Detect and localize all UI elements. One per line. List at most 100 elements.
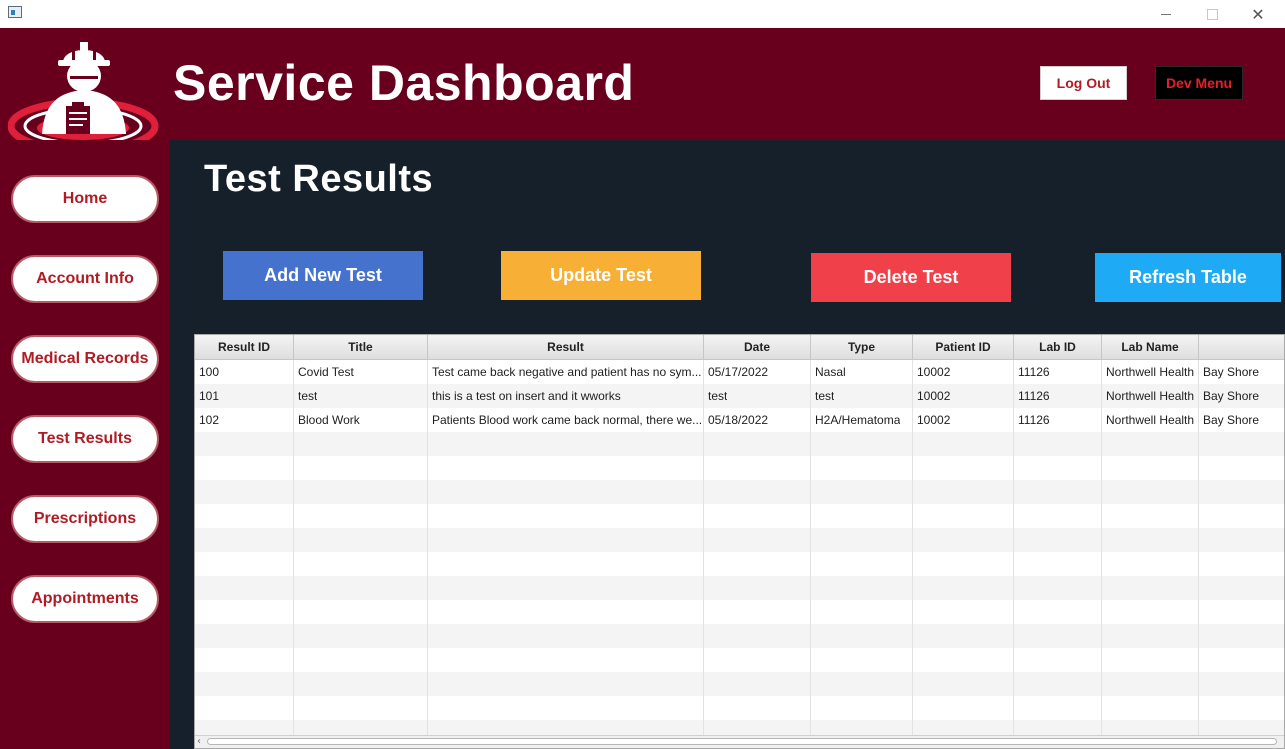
table-cell (811, 624, 913, 648)
table-cell (1014, 672, 1102, 696)
refresh-table-button[interactable]: Refresh Table (1095, 253, 1281, 302)
empty-table-row[interactable] (195, 600, 1284, 624)
table-cell: test (811, 384, 913, 408)
delete-test-button[interactable]: Delete Test (811, 253, 1011, 302)
empty-table-row[interactable] (195, 672, 1284, 696)
table-cell: 10002 (913, 384, 1014, 408)
empty-table-row[interactable] (195, 480, 1284, 504)
table-cell: Northwell Health (1102, 408, 1199, 432)
table-cell: Bay Shore (1199, 384, 1284, 408)
table-cell (1102, 672, 1199, 696)
table-cell (294, 432, 428, 456)
table-cell (913, 624, 1014, 648)
table-cell (1199, 528, 1284, 552)
empty-table-row[interactable] (195, 576, 1284, 600)
cell-text: 11126 (1018, 365, 1050, 379)
app-root: Service Dashboard Log Out Dev Menu Home … (0, 28, 1285, 749)
column-header[interactable]: Patient ID (913, 335, 1014, 359)
horizontal-scrollbar[interactable]: ‹ (195, 735, 1284, 748)
table-cell (1014, 552, 1102, 576)
cell-text: Blood Work (298, 413, 360, 427)
logout-button[interactable]: Log Out (1040, 66, 1127, 100)
table-cell (811, 600, 913, 624)
column-header[interactable]: Date (704, 335, 811, 359)
table-cell (1014, 648, 1102, 672)
table-cell (1102, 480, 1199, 504)
test-results-table[interactable]: Result ID Title Result Date Type Patient ID La… (194, 334, 1285, 749)
table-cell (1102, 528, 1199, 552)
column-header[interactable] (1199, 335, 1284, 359)
sidebar-item-appointments[interactable]: Appointments (11, 575, 159, 623)
scroll-left-icon[interactable]: ‹ (197, 737, 201, 747)
maximize-icon[interactable] (1189, 0, 1235, 28)
add-new-test-button[interactable]: Add New Test (223, 251, 423, 300)
table-cell (294, 672, 428, 696)
column-header[interactable]: Title (294, 335, 428, 359)
cell-text: Covid Test (298, 365, 354, 379)
sidebar-item-test-results[interactable]: Test Results (11, 415, 159, 463)
table-cell (1199, 672, 1284, 696)
sidebar-item-account-info[interactable]: Account Info (11, 255, 159, 303)
column-header[interactable]: Result ID (195, 335, 294, 359)
table-cell (913, 432, 1014, 456)
table-cell (704, 552, 811, 576)
table-cell (428, 528, 704, 552)
table-cell: 05/17/2022 (704, 360, 811, 384)
table-cell (428, 624, 704, 648)
table-cell (195, 624, 294, 648)
cell-text: 11126 (1018, 389, 1050, 403)
column-header[interactable]: Type (811, 335, 913, 359)
table-cell (428, 504, 704, 528)
update-test-button[interactable]: Update Test (501, 251, 701, 300)
cell-text: 05/17/2022 (708, 365, 769, 379)
table-cell (294, 480, 428, 504)
empty-table-row[interactable] (195, 624, 1284, 648)
table-cell (913, 672, 1014, 696)
empty-table-row[interactable] (195, 504, 1284, 528)
empty-table-row[interactable] (195, 456, 1284, 480)
empty-table-row[interactable] (195, 696, 1284, 720)
cell-text: Bay Shore (1203, 365, 1260, 379)
sidebar-item-medical-records[interactable]: Medical Records (11, 335, 159, 383)
table-cell: Bay Shore (1199, 360, 1284, 384)
table-cell (1199, 648, 1284, 672)
minimize-icon[interactable] (1143, 0, 1189, 28)
table-cell (428, 600, 704, 624)
table-cell: 05/18/2022 (704, 408, 811, 432)
table-cell: 102 (195, 408, 294, 432)
empty-table-row[interactable] (195, 432, 1284, 456)
close-icon[interactable]: ✕ (1235, 0, 1281, 28)
dev-menu-button[interactable]: Dev Menu (1155, 66, 1243, 100)
table-cell: Bay Shore (1199, 408, 1284, 432)
table-row[interactable]: 100 Covid Test Test came back negative and… (195, 360, 1284, 384)
table-row[interactable]: 101 test this is a test on insert and it w… (195, 384, 1284, 408)
scrollbar-thumb[interactable] (207, 738, 1277, 745)
table-cell (428, 576, 704, 600)
cell-text: 10002 (917, 389, 951, 403)
sidebar-item-home[interactable]: Home (11, 175, 159, 223)
table-body: 100 Covid Test Test came back negative and… (195, 360, 1284, 744)
table-cell (195, 480, 294, 504)
table-cell (195, 504, 294, 528)
empty-table-row[interactable] (195, 552, 1284, 576)
table-cell: test (294, 384, 428, 408)
table-cell (1199, 552, 1284, 576)
header: Service Dashboard Log Out Dev Menu (0, 28, 1285, 154)
table-row[interactable]: 102 Blood Work Patients Blood work came ba… (195, 408, 1284, 432)
table-cell (1102, 696, 1199, 720)
table-cell (294, 600, 428, 624)
table-cell (1199, 624, 1284, 648)
table-cell: Nasal (811, 360, 913, 384)
table-cell (195, 552, 294, 576)
sidebar-item-prescriptions[interactable]: Prescriptions (11, 495, 159, 543)
column-header[interactable]: Result (428, 335, 704, 359)
cell-text: H2A/Hematoma (815, 413, 901, 427)
column-header[interactable]: Lab ID (1014, 335, 1102, 359)
table-cell (811, 696, 913, 720)
table-cell (428, 696, 704, 720)
empty-table-row[interactable] (195, 528, 1284, 552)
table-cell (913, 480, 1014, 504)
column-header[interactable]: Lab Name (1102, 335, 1199, 359)
table-cell (294, 648, 428, 672)
empty-table-row[interactable] (195, 648, 1284, 672)
